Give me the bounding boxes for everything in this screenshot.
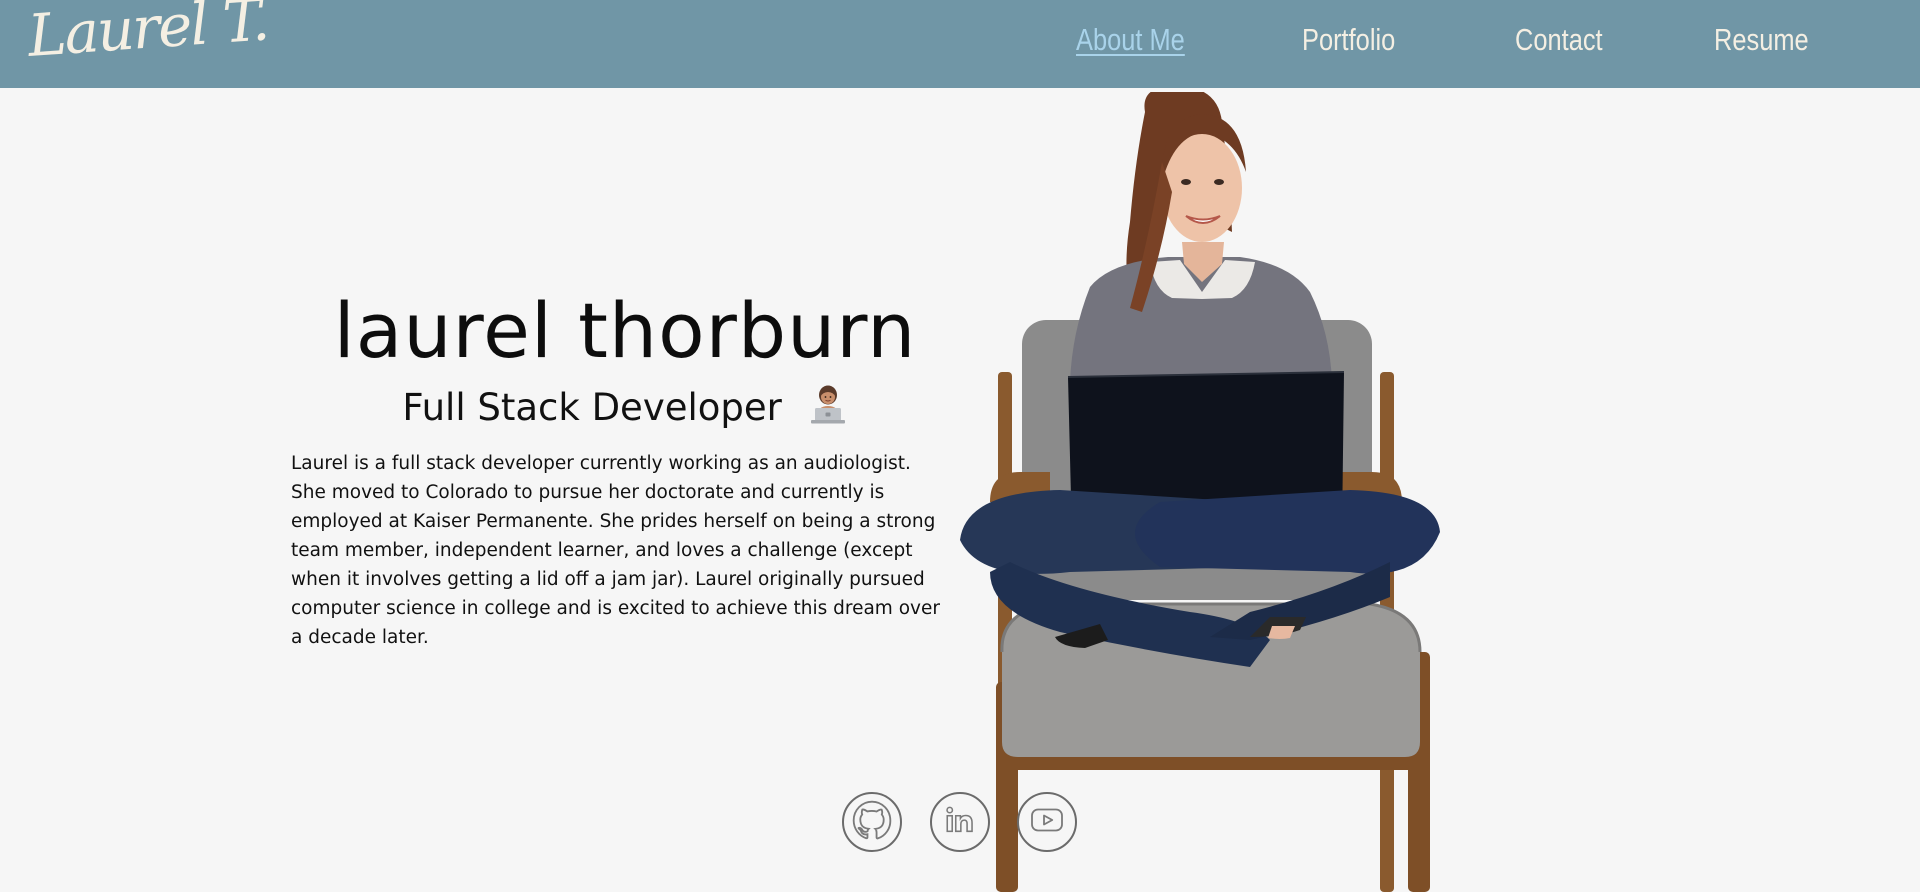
- youtube-icon: [1029, 802, 1065, 842]
- nav-portfolio[interactable]: Portfolio: [1302, 22, 1395, 58]
- nav-about-me[interactable]: About Me: [1076, 22, 1185, 58]
- nav-resume[interactable]: Resume: [1714, 22, 1809, 58]
- subtitle-text: Full Stack Developer: [402, 386, 782, 429]
- jeans-right: [1135, 490, 1440, 574]
- hero-subtitle: Full Stack Developer: [290, 384, 960, 435]
- navbar: Laurel T. About Me Portfolio Contact Res…: [0, 0, 1920, 88]
- nav-contact[interactable]: Contact: [1515, 22, 1603, 58]
- site-logo[interactable]: Laurel T.: [26, 0, 270, 70]
- profile-photo: [960, 92, 1440, 892]
- linkedin-icon: [943, 803, 977, 841]
- youtube-link[interactable]: [1017, 792, 1077, 852]
- hero-bio: Laurel is a full stack developer current…: [291, 453, 940, 648]
- woman-technologist-icon: [808, 384, 848, 435]
- linkedin-link[interactable]: [930, 792, 990, 852]
- hero-name: laurel thorburn: [333, 286, 917, 375]
- github-icon: [850, 798, 894, 846]
- github-link[interactable]: [842, 792, 902, 852]
